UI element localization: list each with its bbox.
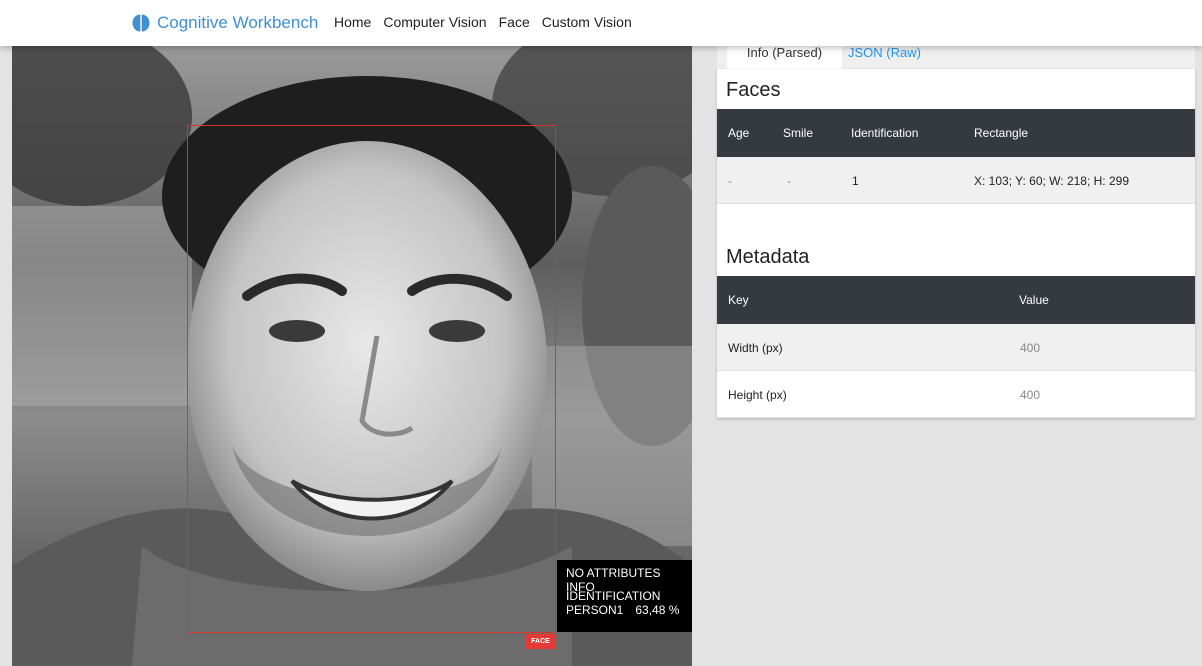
face-tag: FACE xyxy=(525,634,556,649)
table-row: - - 1 X: 103; Y: 60; W: 218; H: 299 xyxy=(717,157,1195,204)
metadata-table: Key Value Width (px) 400 Height (px) 400 xyxy=(717,276,1195,418)
face-rectangle: X: 103; Y: 60; W: 218; H: 299 xyxy=(974,174,1129,188)
face-identification: 1 xyxy=(852,174,859,188)
nav-custom-vision[interactable]: Custom Vision xyxy=(542,14,632,30)
metadata-value: 400 xyxy=(1020,388,1041,402)
header-age: Age xyxy=(728,126,750,140)
header-identification: Identification xyxy=(851,126,919,140)
faces-title: Faces xyxy=(726,79,781,101)
table-row: Width (px) 400 xyxy=(717,324,1195,371)
confidence-value: 63,48 % xyxy=(635,603,680,617)
tab-json-raw[interactable]: JSON (Raw) xyxy=(848,46,921,69)
header-key: Key xyxy=(728,293,749,307)
attributes-info: NO ATTRIBUTES INFO xyxy=(566,566,661,594)
person-name: PERSON1 xyxy=(566,603,624,617)
face-bounding-box xyxy=(187,125,556,633)
metadata-key: Height (px) xyxy=(728,388,787,402)
analyzed-photo: FACE NO ATTRIBUTES INFO IDENTIFICATION P… xyxy=(12,46,692,666)
header-value: Value xyxy=(1019,293,1049,307)
face-age: - xyxy=(728,174,732,188)
face-smile: - xyxy=(787,174,791,188)
table-row: Height (px) 400 xyxy=(717,371,1195,418)
nav-face[interactable]: Face xyxy=(499,14,530,30)
faces-table-header: Age Smile Identification Rectangle xyxy=(717,109,1195,157)
tab-info-parsed[interactable]: Info (Parsed) xyxy=(727,46,842,69)
brain-icon xyxy=(132,14,150,32)
result-card: Faces Age Smile Identification Rectangle… xyxy=(717,69,1195,418)
result-tabs: Info (Parsed) JSON (Raw) xyxy=(717,46,1195,69)
brand-name: Cognitive Workbench xyxy=(157,13,319,32)
top-navbar: Cognitive Workbench Home Computer Vision… xyxy=(0,0,1202,46)
nav-home[interactable]: Home xyxy=(334,14,371,30)
metadata-value: 400 xyxy=(1020,341,1041,355)
metadata-table-header: Key Value xyxy=(717,276,1195,324)
header-smile: Smile xyxy=(783,126,814,140)
brand-link[interactable]: Cognitive Workbench xyxy=(131,12,318,34)
metadata-key: Width (px) xyxy=(728,341,783,355)
nav-computer-vision[interactable]: Computer Vision xyxy=(383,14,486,30)
face-info-box: NO ATTRIBUTES INFO IDENTIFICATION PERSON… xyxy=(557,560,692,632)
faces-table: Age Smile Identification Rectangle - - 1… xyxy=(717,109,1195,204)
identification-label: IDENTIFICATION xyxy=(566,589,661,603)
header-rectangle: Rectangle xyxy=(974,126,1029,140)
metadata-title: Metadata xyxy=(726,246,810,268)
nav-links: Home Computer Vision Face Custom Vision xyxy=(334,14,632,30)
